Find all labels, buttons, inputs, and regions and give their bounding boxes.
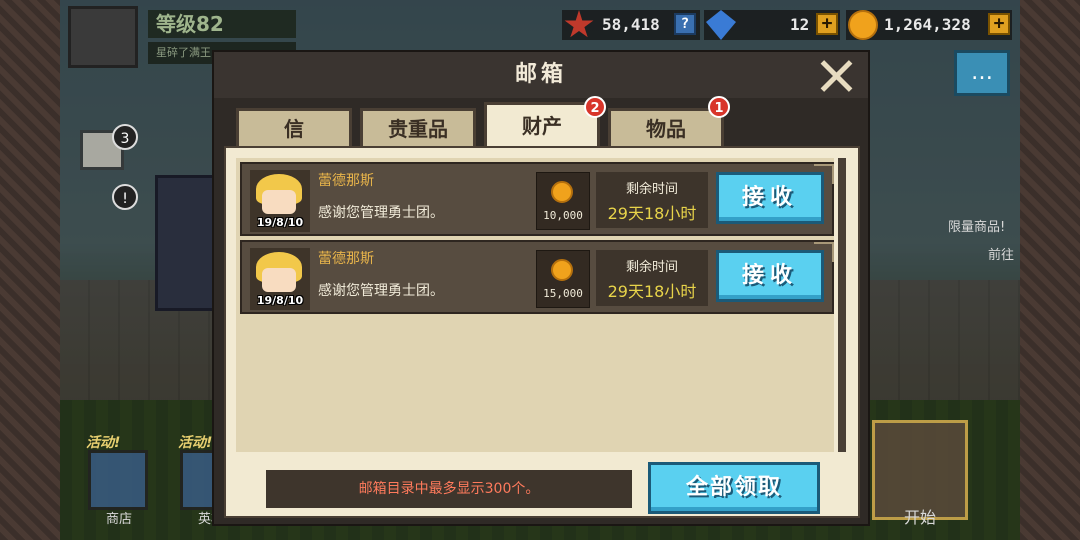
coin-counter: 1,264,328 + bbox=[846, 10, 1012, 40]
remaining-time-label: 剩余时间 bbox=[625, 182, 678, 197]
chat-button[interactable]: … bbox=[954, 50, 1010, 96]
coin-icon bbox=[551, 259, 573, 281]
remaining-time-label: 剩余时间 bbox=[625, 260, 678, 275]
mail-date: 19/8/10 bbox=[256, 216, 304, 229]
remaining-time-value: 29天18小时 bbox=[607, 282, 697, 301]
remaining-time: 剩余时间 29天18小时 bbox=[596, 172, 708, 228]
event-label-2: 活动! bbox=[178, 435, 213, 451]
medal-icon bbox=[564, 10, 594, 38]
limited-goods-label[interactable]: 限量商品! bbox=[948, 216, 1005, 235]
remaining-time: 剩余时间 29天18小时 bbox=[596, 250, 708, 306]
tab-letters[interactable]: 信 bbox=[236, 108, 352, 148]
mail-message: 感谢您管理勇士团。 bbox=[318, 283, 444, 299]
start-label: 开始 bbox=[904, 508, 937, 527]
player-avatar[interactable] bbox=[68, 6, 138, 68]
dialog-header: 邮箱 bbox=[214, 52, 868, 98]
decorative-frame-left bbox=[0, 0, 60, 540]
close-icon[interactable] bbox=[818, 58, 854, 94]
sender-name: 蕾德那斯 bbox=[318, 173, 374, 189]
dialog-title: 邮箱 bbox=[514, 62, 567, 87]
receive-button[interactable]: 接收 bbox=[716, 172, 824, 224]
tab-assets-badge: 2 bbox=[584, 96, 606, 118]
tab-label: 贵重品 bbox=[388, 117, 448, 141]
shop-label: 商店 bbox=[106, 512, 133, 527]
mail-content-panel: 19/8/10 蕾德那斯 感谢您管理勇士团。 10,000 剩余时间 29天18… bbox=[224, 146, 860, 518]
medal-counter: 58,418 ? bbox=[562, 10, 700, 40]
medal-count: 58,418 bbox=[602, 15, 660, 34]
mail-item: 19/8/10 蕾德那斯 感谢您管理勇士团。 15,000 剩余时间 29天18… bbox=[240, 240, 834, 314]
reward-amount: 15,000 bbox=[543, 287, 583, 300]
mail-item: 19/8/10 蕾德那斯 感谢您管理勇士团。 10,000 剩余时间 29天18… bbox=[240, 162, 834, 236]
sender-avatar: 19/8/10 bbox=[250, 248, 310, 310]
sender-avatar: 19/8/10 bbox=[250, 170, 310, 232]
player-level: 等级82 bbox=[148, 10, 296, 38]
claim-all-button[interactable]: 全部领取 bbox=[648, 462, 820, 514]
tab-label: 信 bbox=[284, 117, 304, 141]
add-gems-button[interactable]: + bbox=[816, 13, 838, 35]
tab-label: 物品 bbox=[646, 117, 686, 141]
mail-message: 感谢您管理勇士团。 bbox=[318, 205, 444, 221]
go-label[interactable]: 前往 bbox=[988, 244, 1014, 263]
mailbox-limit-notice: 邮箱目录中最多显示300个。 bbox=[266, 470, 632, 508]
alert-badge: ! bbox=[112, 184, 138, 210]
gem-counter: 12 + bbox=[704, 10, 840, 40]
receive-button[interactable]: 接收 bbox=[716, 250, 824, 302]
tab-valuables[interactable]: 贵重品 bbox=[360, 108, 476, 148]
reward-box: 10,000 bbox=[536, 172, 590, 230]
tab-items[interactable]: 物品 bbox=[608, 108, 724, 148]
coin-icon bbox=[848, 10, 878, 40]
mail-date: 19/8/10 bbox=[256, 294, 304, 307]
sender-name: 蕾德那斯 bbox=[318, 251, 374, 267]
coin-count: 1,264,328 bbox=[884, 15, 971, 34]
avatar-face bbox=[262, 268, 296, 292]
mail-list-scrollbar[interactable] bbox=[838, 158, 846, 452]
event-label-1: 活动! bbox=[86, 435, 121, 451]
remaining-time-value: 29天18小时 bbox=[607, 204, 697, 223]
tab-items-badge: 1 bbox=[708, 96, 730, 118]
mail-list[interactable]: 19/8/10 蕾德那斯 感谢您管理勇士团。 10,000 剩余时间 29天18… bbox=[236, 158, 834, 452]
shop-button[interactable] bbox=[88, 450, 148, 510]
reward-box: 15,000 bbox=[536, 250, 590, 308]
diamond-icon bbox=[706, 10, 736, 40]
mailbox-dialog: 邮箱 信 贵重品 财产 2 物品 1 19/8/10 蕾德那斯 感谢您管理勇士团… bbox=[212, 50, 870, 526]
avatar-face bbox=[262, 190, 296, 214]
tab-assets[interactable]: 财产 bbox=[484, 102, 600, 150]
help-button[interactable]: ? bbox=[674, 13, 696, 35]
coin-icon bbox=[551, 181, 573, 203]
add-coins-button[interactable]: + bbox=[988, 13, 1010, 35]
tab-label: 财产 bbox=[522, 114, 562, 138]
reward-amount: 10,000 bbox=[543, 209, 583, 222]
chat-icon: … bbox=[971, 60, 993, 85]
mail-count-badge: 3 bbox=[112, 124, 138, 150]
decorative-frame-right bbox=[1020, 0, 1080, 540]
gem-count: 12 bbox=[790, 15, 810, 34]
